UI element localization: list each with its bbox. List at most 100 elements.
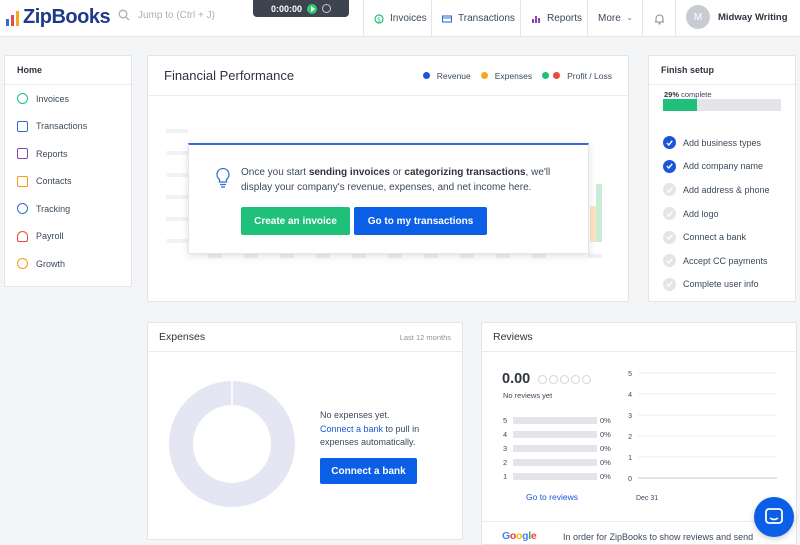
timer-display: 0:00:00 <box>270 3 303 14</box>
date-range-label: Last 12 months <box>399 332 451 342</box>
nav-label: Invoices <box>390 13 427 24</box>
setup-item-label: Add business types <box>683 137 762 148</box>
checkmark-icon <box>663 277 676 291</box>
sidebar-item-tracking[interactable]: Tracking <box>5 195 131 223</box>
sidebar-item-growth[interactable]: Growth <box>5 250 131 278</box>
chevron-down-icon <box>627 17 632 20</box>
bell-icon <box>654 13 664 25</box>
empty-state-message: Once you start sending invoices or categ… <box>241 167 551 193</box>
go-to-reviews-link[interactable]: Go to reviews <box>526 492 578 502</box>
app-logo[interactable]: ZipBooks <box>6 6 111 29</box>
revenue-dot-icon <box>422 72 430 79</box>
svg-text:$: $ <box>377 16 381 23</box>
star-icon <box>549 374 559 384</box>
star-count: 5 <box>503 415 508 425</box>
transactions-icon <box>442 14 452 23</box>
checkmark-icon <box>663 207 676 221</box>
nav-label: Transactions <box>458 13 515 24</box>
checkmark-icon <box>663 230 676 244</box>
nav-label: Reports <box>547 13 583 24</box>
setup-item-label: Complete user info <box>683 279 759 290</box>
star-count: 3 <box>503 443 508 453</box>
star-rating <box>538 374 592 384</box>
expenses-card: Expenses Last 12 months No expenses yet.… <box>147 322 463 540</box>
placeholder-bar <box>590 206 596 242</box>
setup-item[interactable]: Add address & phone <box>663 178 770 202</box>
setup-item[interactable]: Connect a bank <box>663 225 770 249</box>
sidebar-item-label: Growth <box>36 258 66 269</box>
rating-bar <box>513 444 597 452</box>
card-title: Reviews <box>493 331 533 343</box>
sidebar-item-payroll[interactable]: Payroll <box>5 223 131 251</box>
no-reviews-text: No reviews yet <box>503 391 553 400</box>
connect-bank-link[interactable]: Connect a bank <box>320 424 383 434</box>
progress-label: 29% complete <box>664 90 712 99</box>
reviews-card: Reviews 0.00 No reviews yet 5 0% 4 0% 3 0% 2 0%… <box>481 322 797 545</box>
time-tracker: 0:00:00 <box>253 0 349 17</box>
profit-dot-icon <box>542 72 550 79</box>
card-title: Financial Performance <box>164 68 295 83</box>
x-tick-label: Dec 31 <box>636 495 658 500</box>
setup-item-label: Add address & phone <box>683 184 770 195</box>
star-icon <box>571 374 581 384</box>
rating-value: 0.00 <box>502 371 531 387</box>
sidebar-item-label: Reports <box>36 148 68 159</box>
setup-item-label: Accept CC payments <box>683 255 768 266</box>
create-invoice-button[interactable]: Create an invoice <box>241 207 350 235</box>
star-icon <box>582 374 592 384</box>
notifications-button[interactable] <box>642 0 676 37</box>
rating-row: 3 0% <box>503 441 611 455</box>
chat-button[interactable] <box>754 497 794 537</box>
average-rating: 0.00 <box>502 371 592 387</box>
google-info-text: In order for ZipBooks to show reviews an… <box>563 532 754 542</box>
google-reviews-row: Google In order for ZipBooks to show rev… <box>482 521 796 545</box>
nav-invoices[interactable]: $ Invoices <box>363 0 437 37</box>
checkmark-icon <box>663 136 676 150</box>
play-icon[interactable] <box>307 3 318 14</box>
rating-percent: 0% <box>600 415 611 425</box>
sidebar-item-invoices[interactable]: Invoices <box>5 85 131 113</box>
avatar: M <box>686 5 710 29</box>
sidebar-item-label: Tracking <box>36 203 71 214</box>
search-box[interactable]: Jump to (Ctrl + J) <box>118 9 215 21</box>
sidebar-item-transactions[interactable]: Transactions <box>5 113 131 141</box>
rating-bar <box>513 473 597 481</box>
connect-bank-button[interactable]: Connect a bank <box>320 458 417 484</box>
clock-icon[interactable] <box>322 4 332 13</box>
home-sidebar: Home Invoices Transactions Reports Conta… <box>4 55 132 287</box>
nav-transactions[interactable]: Transactions <box>431 0 525 37</box>
y-tick-label: 2 <box>628 434 632 441</box>
sidebar-item-label: Transactions <box>36 121 88 132</box>
payroll-icon <box>17 230 28 242</box>
sidebar-item-contacts[interactable]: Contacts <box>5 168 131 196</box>
empty-donut-chart <box>169 381 295 507</box>
nav-more[interactable]: More <box>587 0 642 37</box>
go-to-transactions-button[interactable]: Go to my transactions <box>354 207 487 235</box>
rating-bar <box>513 430 597 438</box>
y-tick-label: 1 <box>628 455 632 462</box>
star-icon <box>538 374 548 384</box>
sidebar-item-label: Contacts <box>36 176 72 187</box>
finish-setup-card: Finish setup 29% complete Add business t… <box>648 55 796 302</box>
nav-reports[interactable]: Reports <box>520 0 592 37</box>
company-name: Midway Writing <box>718 11 788 23</box>
search-icon <box>118 9 130 21</box>
reviews-chart: 5 4 3 2 1 0 Dec 31 <box>628 371 777 500</box>
invoice-icon <box>17 93 28 105</box>
user-menu[interactable]: M Midway Writing <box>686 5 788 29</box>
star-icon <box>560 374 570 384</box>
setup-item[interactable]: Add company name <box>663 155 770 179</box>
setup-item[interactable]: Add business types <box>663 131 770 155</box>
setup-item-label: Add logo <box>683 208 719 219</box>
setup-item[interactable]: Complete user info <box>663 273 770 297</box>
sidebar-item-reports[interactable]: Reports <box>5 140 131 168</box>
star-count: 4 <box>503 429 508 439</box>
contacts-icon <box>17 175 28 187</box>
setup-item[interactable]: Accept CC payments <box>663 249 770 273</box>
expenses-empty-message: No expenses yet. Connect a bank to pull … <box>320 410 420 447</box>
empty-state-panel: Once you start sending invoices or categ… <box>188 143 589 254</box>
setup-item[interactable]: Add logo <box>663 202 770 226</box>
logo-mark-icon <box>6 10 19 26</box>
rating-percent: 0% <box>600 443 611 453</box>
y-tick-label: 3 <box>628 413 632 420</box>
